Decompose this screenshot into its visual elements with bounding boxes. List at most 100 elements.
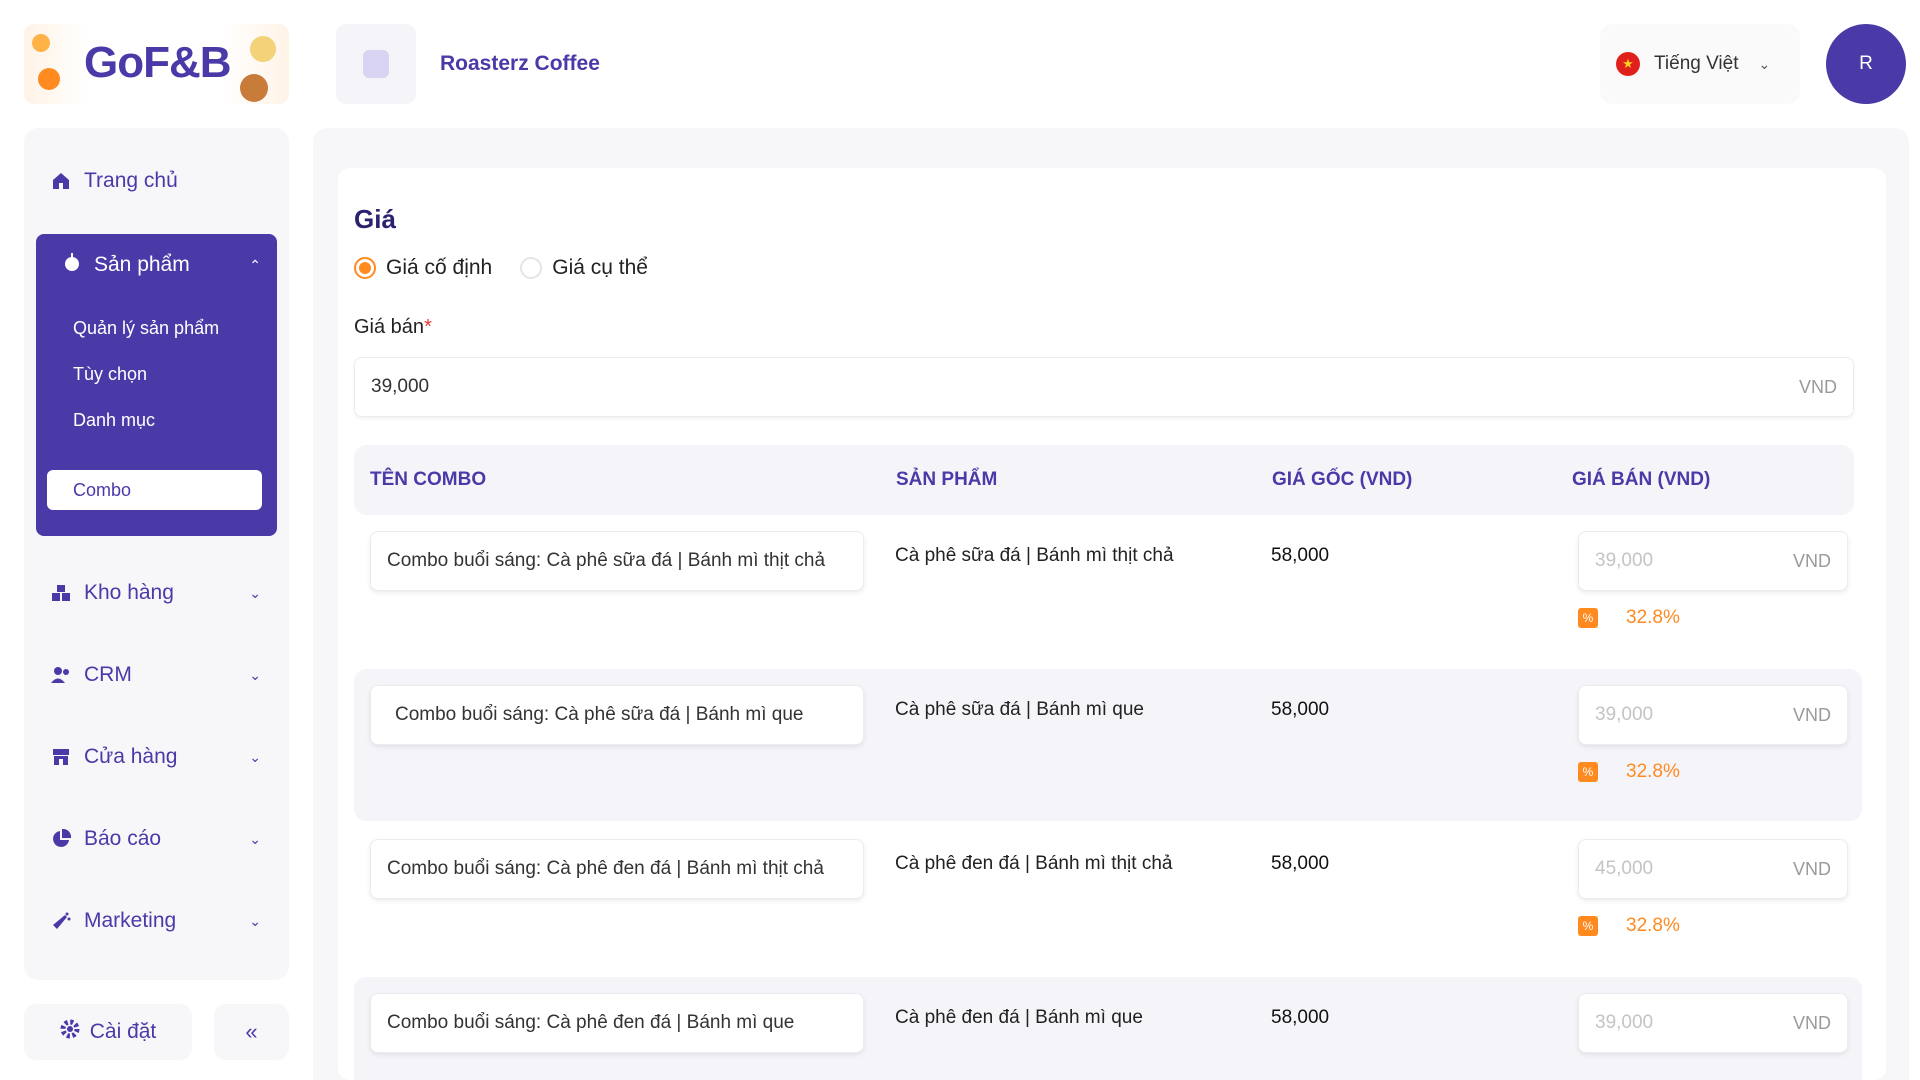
- language-label: Tiếng Việt: [1654, 53, 1739, 74]
- discount-percent: 32.8%: [1626, 761, 1680, 782]
- combo-name-field[interactable]: Combo buổi sáng: Cà phê đen đá | Bánh mì…: [370, 993, 864, 1053]
- collapse-sidebar-button[interactable]: «: [214, 1004, 289, 1060]
- pricing-section-title: Giá: [354, 204, 396, 234]
- sidebar-subitem-combo[interactable]: Combo: [47, 470, 262, 510]
- column-header-sale-price: GIÁ BÁN (VND): [1572, 469, 1711, 490]
- sidebar-item-label: Sản phẩm: [94, 253, 190, 276]
- megaphone-icon: [50, 910, 72, 932]
- sidebar-item-crm[interactable]: CRM ⌄: [24, 650, 289, 700]
- radio-specific-price[interactable]: [520, 257, 543, 279]
- currency-suffix: VND: [1792, 704, 1831, 725]
- currency-suffix: VND: [1792, 858, 1831, 879]
- brand-logo[interactable]: GoF&B: [24, 24, 289, 104]
- sidebar-group-products: Sản phẩm ⌃ Quản lý sản phẩm Tùy chọn Dan…: [36, 234, 277, 536]
- combo-sale-price-input[interactable]: 45,000 VND: [1578, 839, 1848, 899]
- pricing-type-radio-group: Giá cố định Giá cụ thể: [354, 256, 666, 280]
- settings-button[interactable]: Cài đặt: [24, 1004, 192, 1060]
- column-header-combo-name: TÊN COMBO: [370, 469, 487, 490]
- sidebar-item-home[interactable]: Trang chủ: [24, 156, 289, 206]
- discount-tag-icon: %: [1578, 762, 1598, 782]
- chevron-down-icon: ⌄: [249, 584, 261, 601]
- sidebar-item-marketing[interactable]: Marketing ⌄: [24, 896, 289, 946]
- sidebar-item-stores[interactable]: Cửa hàng ⌄: [24, 732, 289, 782]
- sidebar-item-products[interactable]: Sản phẩm ⌃: [36, 240, 277, 290]
- discount-tag-icon: %: [1578, 916, 1598, 936]
- table-row: Combo buổi sáng: Cà phê đen đá | Bánh mì…: [354, 977, 1862, 1080]
- column-header-product: SẢN PHẨM: [896, 469, 998, 490]
- sidebar-item-label: Cửa hàng: [84, 745, 178, 768]
- sidebar-item-reports[interactable]: Báo cáo ⌄: [24, 814, 289, 864]
- currency-suffix: VND: [1798, 376, 1837, 397]
- sidebar-item-label: Trang chủ: [84, 169, 178, 192]
- logo-decoration: [240, 74, 268, 102]
- logo-decoration: [38, 68, 60, 90]
- chevron-down-icon: ⌄: [249, 912, 261, 929]
- sidebar-item-label: Báo cáo: [84, 827, 162, 850]
- store-icon: [50, 746, 72, 768]
- table-row: Combo buổi sáng: Cà phê sữa đá | Bánh mì…: [354, 669, 1862, 821]
- product-cell: Cà phê đen đá | Bánh mì thịt chả: [895, 853, 1173, 874]
- user-avatar[interactable]: R: [1826, 24, 1906, 104]
- logo-text: GoF&B: [84, 38, 232, 87]
- sale-price-input[interactable]: 39,000 VND: [354, 357, 1854, 417]
- product-cell: Cà phê sữa đá | Bánh mì thịt chả: [895, 545, 1174, 566]
- gear-icon: [60, 1019, 80, 1045]
- discount-percent: 32.8%: [1626, 915, 1680, 936]
- combo-sale-price-input[interactable]: 39,000 VND: [1578, 531, 1848, 591]
- combo-table-header: TÊN COMBO SẢN PHẨM GIÁ GỐC (VND) GIÁ BÁN…: [354, 445, 1854, 515]
- chevron-down-icon: ⌄: [1758, 55, 1771, 72]
- combo-sale-price-input[interactable]: 39,000 VND: [1578, 685, 1848, 745]
- chevron-up-icon: ⌃: [249, 256, 261, 273]
- radio-fixed-price[interactable]: [354, 257, 376, 279]
- vietnam-flag-icon: ★: [1616, 52, 1640, 76]
- combo-sale-price-value: 39,000: [1595, 1012, 1654, 1033]
- sidebar-subitem-product-management[interactable]: Quản lý sản phẩm: [47, 308, 262, 348]
- sidebar: Trang chủ Sản phẩm ⌃ Quản lý sản phẩm Tù…: [24, 128, 289, 980]
- combo-name-field[interactable]: Combo buổi sáng: Cà phê sữa đá | Bánh mì…: [370, 531, 864, 591]
- sidebar-subitem-options[interactable]: Tùy chọn: [47, 354, 262, 394]
- discount-indicator: % 32.8%: [1578, 607, 1680, 629]
- logo-decoration: [32, 34, 50, 52]
- currency-suffix: VND: [1792, 1012, 1831, 1033]
- sidebar-subitem-categories[interactable]: Danh mục: [47, 400, 262, 440]
- original-price-cell: 58,000: [1271, 699, 1330, 720]
- radio-specific-price-label[interactable]: Giá cụ thể: [552, 256, 648, 280]
- discount-tag-icon: %: [1578, 608, 1598, 628]
- original-price-cell: 58,000: [1271, 1007, 1330, 1028]
- discount-indicator: % 32.8%: [1578, 915, 1680, 937]
- settings-label: Cài đặt: [89, 1020, 157, 1043]
- required-marker: *: [424, 316, 432, 338]
- discount-indicator: % 32.8%: [1578, 761, 1680, 783]
- sale-price-value: 39,000: [371, 376, 430, 397]
- combo-name-field[interactable]: Combo buổi sáng: Cà phê sữa đá | Bánh mì…: [370, 685, 864, 745]
- combo-sale-price-value: 39,000: [1595, 550, 1654, 571]
- language-selector[interactable]: ★ Tiếng Việt ⌄: [1600, 24, 1800, 104]
- store-avatar: [336, 24, 416, 104]
- combo-sale-price-input[interactable]: 39,000 VND: [1578, 993, 1848, 1053]
- pie-chart-icon: [50, 828, 72, 850]
- logo-decoration: [250, 36, 276, 62]
- product-cell: Cà phê đen đá | Bánh mì que: [895, 1007, 1143, 1028]
- original-price-cell: 58,000: [1271, 545, 1330, 566]
- store-icon: [363, 50, 389, 78]
- sale-price-label-text: Giá bán: [354, 316, 425, 338]
- column-header-original-price: GIÁ GỐC (VND): [1272, 469, 1413, 490]
- users-icon: [50, 664, 72, 686]
- sidebar-item-inventory[interactable]: Kho hàng ⌄: [24, 568, 289, 618]
- products-icon: [62, 252, 82, 278]
- original-price-cell: 58,000: [1271, 853, 1330, 874]
- radio-fixed-price-label[interactable]: Giá cố định: [386, 256, 492, 280]
- combo-sale-price-value: 45,000: [1595, 858, 1654, 879]
- sidebar-item-label: CRM: [84, 663, 132, 686]
- chevron-down-icon: ⌄: [249, 666, 261, 683]
- warehouse-icon: [50, 582, 72, 604]
- store-name: Roasterz Coffee: [440, 52, 600, 75]
- table-row: Combo buổi sáng: Cà phê sữa đá | Bánh mì…: [354, 515, 1862, 667]
- combo-sale-price-value: 39,000: [1595, 704, 1654, 725]
- home-icon: [50, 170, 72, 192]
- table-row: Combo buổi sáng: Cà phê đen đá | Bánh mì…: [354, 823, 1862, 975]
- sidebar-item-label: Kho hàng: [84, 581, 174, 604]
- discount-percent: 32.8%: [1626, 607, 1680, 628]
- chevron-down-icon: ⌄: [249, 830, 261, 847]
- combo-name-field[interactable]: Combo buổi sáng: Cà phê đen đá | Bánh mì…: [370, 839, 864, 899]
